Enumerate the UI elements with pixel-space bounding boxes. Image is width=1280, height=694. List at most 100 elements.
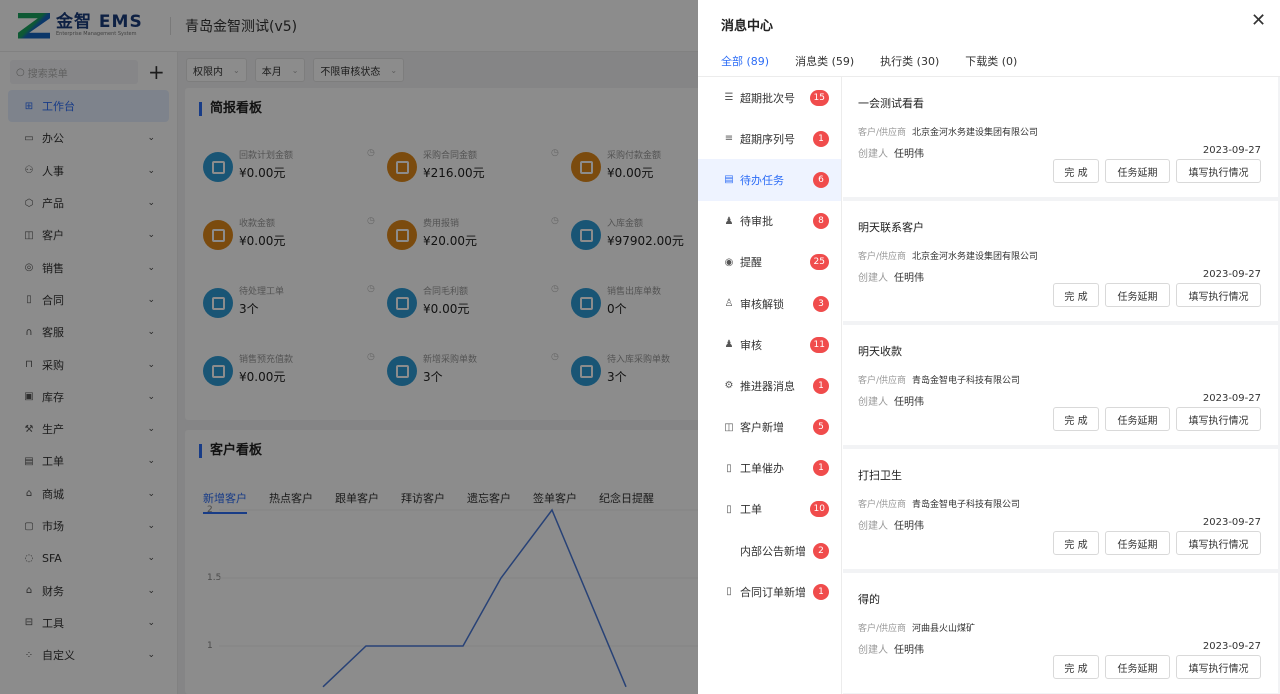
category-label: 推进器消息	[740, 379, 795, 393]
category-label: 审核解锁	[740, 297, 784, 311]
complete-button[interactable]: 完 成	[1053, 283, 1099, 307]
message-date: 2023-09-27	[1202, 393, 1261, 404]
count-badge: 1	[813, 377, 829, 394]
fill-execution-button[interactable]: 填写执行情况	[1176, 283, 1261, 307]
count-badge: 5	[813, 419, 829, 436]
customer-value: 河曲县火山煤矿	[912, 624, 976, 634]
message-category[interactable]: ▯ 工单催办 1	[698, 448, 841, 489]
count-badge: 25	[809, 254, 829, 271]
fill-execution-button[interactable]: 填写执行情况	[1176, 407, 1261, 431]
category-label: 超期批次号	[740, 91, 795, 105]
count-badge: 6	[813, 171, 829, 188]
message-card: 打扫卫生 客户/供应商 青岛金智电子科技有限公司 创建人 任明伟 2023-09-27 完 …	[843, 449, 1278, 569]
message-customer: 客户/供应商 河曲县火山煤矿	[858, 621, 975, 634]
count-badge: 10	[809, 501, 829, 518]
user-icon: ♟	[724, 215, 734, 227]
category-label: 超期序列号	[740, 132, 795, 146]
count-badge: 1	[813, 130, 829, 147]
message-center-drawer: 消息中心 ✕ 全部 (89) 消息类 (59) 执行类 (30) 下载类 (0) ☰ 超…	[698, 0, 1280, 694]
message-category[interactable]: ≡ 超期序列号 1	[698, 118, 841, 159]
message-date: 2023-09-27	[1202, 517, 1261, 528]
count-badge: 2	[813, 542, 829, 559]
postpone-button[interactable]: 任务延期	[1105, 159, 1170, 183]
message-category[interactable]: ▯ 工单 10	[698, 489, 841, 530]
message-customer: 客户/供应商 青岛金智电子科技有限公司	[858, 497, 1020, 510]
postpone-button[interactable]: 任务延期	[1105, 407, 1170, 431]
complete-button[interactable]: 完 成	[1053, 531, 1099, 555]
category-label: 提醒	[740, 256, 762, 270]
message-customer: 客户/供应商 北京金河水务建设集团有限公司	[858, 249, 1038, 262]
postpone-button[interactable]: 任务延期	[1105, 283, 1170, 307]
message-customer: 客户/供应商 青岛金智电子科技有限公司	[858, 373, 1020, 386]
creator-value: 任明伟	[894, 273, 924, 284]
bell-icon: ◉	[724, 256, 734, 268]
audit-icon: ♟	[724, 339, 734, 351]
bar-chart-icon: ◫	[724, 421, 734, 433]
creator-label: 创建人	[858, 521, 888, 532]
message-customer: 客户/供应商 北京金河水务建设集团有限公司	[858, 125, 1038, 138]
complete-button[interactable]: 完 成	[1053, 407, 1099, 431]
creator-label: 创建人	[858, 273, 888, 284]
customer-label: 客户/供应商	[858, 252, 907, 262]
creator-label: 创建人	[858, 397, 888, 408]
unlock-user-icon: ♙	[724, 298, 734, 310]
count-badge: 1	[813, 583, 829, 600]
message-creator: 创建人 任明伟	[858, 641, 924, 656]
count-badge: 1	[813, 460, 829, 477]
fill-execution-button[interactable]: 填写执行情况	[1176, 159, 1261, 183]
message-category[interactable]: ♟ 待审批 8	[698, 201, 841, 242]
count-badge: 3	[813, 295, 829, 312]
creator-value: 任明伟	[894, 397, 924, 408]
fill-execution-button[interactable]: 填写执行情况	[1176, 655, 1261, 679]
message-list: 一会测试看看 客户/供应商 北京金河水务建设集团有限公司 创建人 任明伟 2023-09-…	[843, 77, 1280, 694]
category-label: 内部公告新增	[740, 544, 806, 558]
customer-label: 客户/供应商	[858, 624, 907, 634]
customer-value: 北京金河水务建设集团有限公司	[912, 128, 1039, 138]
postpone-button[interactable]: 任务延期	[1105, 531, 1170, 555]
message-category[interactable]: ⚙ 推进器消息 1	[698, 365, 841, 406]
gear-icon: ⚙	[724, 380, 734, 392]
message-date: 2023-09-27	[1202, 145, 1261, 156]
customer-label: 客户/供应商	[858, 500, 907, 510]
message-date: 2023-09-27	[1202, 269, 1261, 280]
category-label: 工单	[740, 503, 762, 517]
count-badge: 11	[809, 336, 829, 353]
creator-value: 任明伟	[894, 645, 924, 656]
creator-label: 创建人	[858, 149, 888, 160]
message-title: 明天收款	[858, 345, 902, 358]
complete-button[interactable]: 完 成	[1053, 159, 1099, 183]
message-category[interactable]: 内部公告新增 2	[698, 530, 841, 571]
close-icon[interactable]: ✕	[1251, 12, 1266, 30]
message-category[interactable]: ◫ 客户新增 5	[698, 407, 841, 448]
message-category[interactable]: ◉ 提醒 25	[698, 242, 841, 283]
fill-execution-button[interactable]: 填写执行情况	[1176, 531, 1261, 555]
message-category[interactable]: ♟ 审核 11	[698, 324, 841, 365]
category-label: 审核	[740, 338, 762, 352]
message-category[interactable]: ▯ 合同订单新增 1	[698, 571, 841, 612]
message-date: 2023-09-27	[1202, 641, 1261, 652]
message-card: 得的 客户/供应商 河曲县火山煤矿 创建人 任明伟 2023-09-27 完 成任务延期 填写…	[843, 573, 1278, 693]
message-creator: 创建人 任明伟	[858, 269, 924, 284]
message-title: 一会测试看看	[858, 97, 924, 110]
postpone-button[interactable]: 任务延期	[1105, 655, 1170, 679]
message-creator: 创建人 任明伟	[858, 393, 924, 408]
message-card: 明天收款客户/供应商 青岛金智电子科技有限公司 创建人 任明伟 2023-09-27 完 …	[843, 325, 1278, 445]
creator-value: 任明伟	[894, 149, 924, 160]
ticket-icon: ▯	[726, 503, 732, 515]
message-category-list: ☰ 超期批次号 15 ≡ 超期序列号 1 ▤ 待办任务 6 ♟ 待审批 8 ◉ 提醒 25 ♙ 审核解锁 3 ♟ 审核…	[698, 77, 842, 694]
creator-value: 任明伟	[894, 521, 924, 532]
message-card: 明天联系客户 客户/供应商 北京金河水务建设集团有限公司 创建人 任明伟 2023-09-…	[843, 201, 1278, 321]
message-creator: 创建人 任明伟	[858, 517, 924, 532]
task-icon: ▤	[724, 174, 734, 186]
modal-overlay[interactable]	[0, 0, 698, 694]
message-card: 一会测试看看客户/供应商 北京金河水务建设集团有限公司 创建人 任明伟 2023-09-…	[843, 77, 1278, 197]
complete-button[interactable]: 完 成	[1053, 655, 1099, 679]
message-category[interactable]: ☰ 超期批次号 15	[698, 77, 841, 118]
creator-label: 创建人	[858, 645, 888, 656]
category-label: 工单催办	[740, 462, 784, 476]
file-icon: ▯	[726, 462, 732, 474]
list-icon: ☰	[724, 92, 734, 104]
category-label: 待办任务	[740, 173, 784, 187]
message-category[interactable]: ▤ 待办任务 6	[698, 159, 841, 201]
message-category[interactable]: ♙ 审核解锁 3	[698, 283, 841, 324]
